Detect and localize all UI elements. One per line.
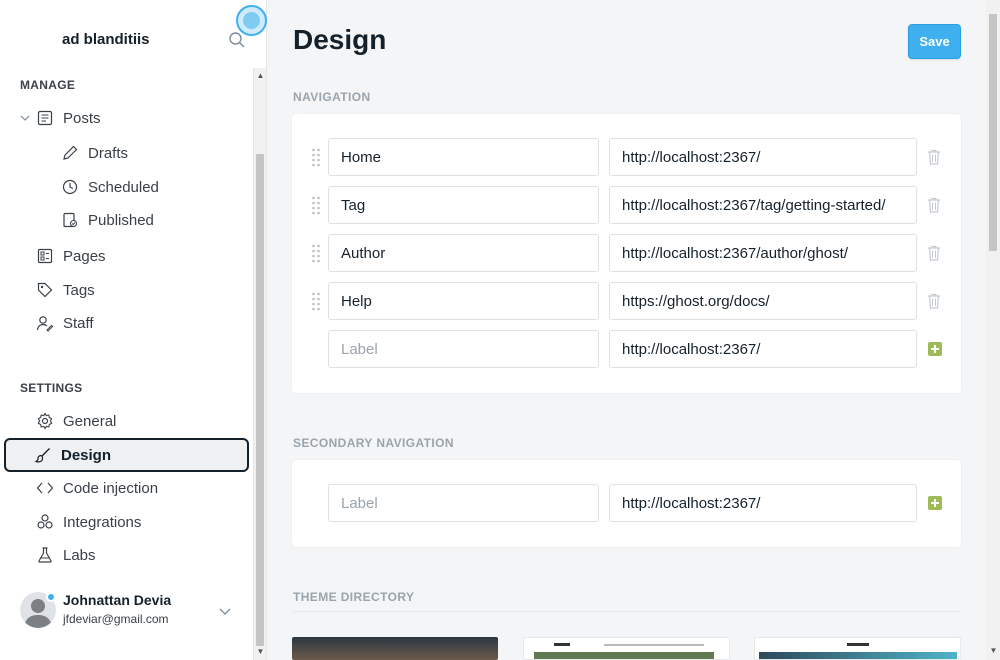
thumb-image	[759, 652, 957, 659]
chevron-down-icon[interactable]	[19, 112, 31, 124]
flask-icon	[38, 547, 52, 563]
sidebar-item-design[interactable]: Design	[4, 438, 249, 472]
nav-url-input[interactable]: http://localhost:2367/tag/getting-starte…	[609, 186, 917, 224]
navigation-heading: NAVIGATION	[293, 90, 371, 104]
secondary-nav-new-row: Label http://localhost:2367/	[292, 484, 961, 522]
thumb-nav	[604, 644, 704, 646]
scroll-up-icon[interactable]: ▲	[256, 72, 265, 80]
sidebar-item-label: Integrations	[63, 513, 142, 531]
trash-icon[interactable]	[927, 197, 941, 213]
sidebar-item-code-injection[interactable]: Code injection	[36, 478, 158, 498]
trash-icon[interactable]	[927, 149, 941, 165]
drag-handle-icon[interactable]	[311, 243, 321, 263]
sidebar-item-scheduled[interactable]: Scheduled	[61, 177, 159, 197]
published-icon	[63, 212, 78, 228]
nav-url-input[interactable]: http://localhost:2367/author/ghost/	[609, 234, 917, 272]
main-scrollbar[interactable]: ▼	[986, 0, 1000, 660]
settings-section-label: SETTINGS	[20, 381, 83, 395]
gear-icon	[37, 412, 53, 430]
nav-new-row: Label http://localhost:2367/	[292, 330, 961, 368]
secondary-navigation-card: Label http://localhost:2367/	[292, 460, 961, 547]
sidebar-item-label: Drafts	[88, 144, 129, 162]
add-item-button[interactable]	[928, 342, 942, 356]
integrations-icon	[37, 514, 53, 529]
manage-section-label: MANAGE	[20, 78, 76, 92]
sidebar-item-label: Pages	[63, 247, 106, 265]
secondary-navigation-heading: SECONDARY NAVIGATION	[293, 436, 454, 450]
new-secondary-label-input[interactable]: Label	[328, 484, 599, 522]
sidebar-item-label: Tags	[63, 281, 95, 299]
sidebar-item-label: Published	[88, 211, 154, 229]
sidebar-item-label: Scheduled	[88, 178, 159, 196]
nav-row: Help https://ghost.org/docs/	[292, 282, 961, 320]
sidebar-item-label: Design	[61, 446, 112, 464]
drag-handle-icon[interactable]	[311, 195, 321, 215]
cursor-indicator	[236, 5, 267, 36]
tag-icon	[37, 282, 53, 298]
trash-icon[interactable]	[927, 245, 941, 261]
divider	[293, 611, 961, 612]
thumb-logo	[554, 643, 570, 646]
sidebar-item-label: Posts	[63, 109, 101, 127]
user-menu[interactable]: Johnattan Devia jfdeviar@gmail.com	[20, 590, 240, 632]
sidebar-scrollbar[interactable]: ▲ ▼	[253, 68, 266, 660]
sidebar-item-pages[interactable]: Pages	[36, 246, 106, 266]
nav-label-input[interactable]: Home	[328, 138, 599, 176]
theme-thumbnail[interactable]	[754, 637, 961, 660]
new-nav-url-input[interactable]: http://localhost:2367/	[609, 330, 917, 368]
sidebar-item-published[interactable]: Published	[61, 210, 154, 230]
new-nav-label-input[interactable]: Label	[328, 330, 599, 368]
add-item-button[interactable]	[928, 496, 942, 510]
scrollbar-thumb[interactable]	[256, 154, 264, 646]
sidebar-item-labs[interactable]: Labs	[36, 545, 96, 565]
trash-icon[interactable]	[927, 293, 941, 309]
nav-row: Tag http://localhost:2367/tag/getting-st…	[292, 186, 961, 224]
nav-label-input[interactable]: Author	[328, 234, 599, 272]
scroll-down-icon[interactable]: ▼	[989, 646, 998, 655]
scroll-down-icon[interactable]: ▼	[256, 648, 265, 656]
pages-icon	[37, 248, 53, 264]
nav-row: Home http://localhost:2367/	[292, 138, 961, 176]
staff-icon	[36, 316, 54, 332]
nav-label-input[interactable]: Help	[328, 282, 599, 320]
sidebar: ad blanditiis MANAGE Posts Drafts Schedu…	[0, 0, 253, 660]
nav-label-input[interactable]: Tag	[328, 186, 599, 224]
drag-handle-icon[interactable]	[311, 147, 321, 167]
page-title: Design	[293, 24, 387, 55]
blog-title[interactable]: ad blanditiis	[62, 31, 150, 48]
thumb-logo	[847, 643, 869, 646]
sidebar-item-label: Staff	[63, 314, 94, 332]
sidebar-item-drafts[interactable]: Drafts	[61, 143, 128, 163]
nav-row: Author http://localhost:2367/author/ghos…	[292, 234, 961, 272]
drag-handle-icon[interactable]	[311, 291, 321, 311]
thumb-image	[534, 652, 714, 659]
save-button[interactable]: Save	[908, 24, 961, 59]
sidebar-item-posts[interactable]: Posts	[36, 108, 101, 128]
new-secondary-url-input[interactable]: http://localhost:2367/	[609, 484, 917, 522]
sidebar-item-label: Labs	[63, 546, 96, 564]
user-name: Johnattan Devia	[63, 592, 172, 608]
status-dot	[46, 592, 56, 602]
brush-icon	[34, 448, 50, 463]
user-email: jfdeviar@gmail.com	[63, 612, 169, 626]
nav-url-input[interactable]: http://localhost:2367/	[609, 138, 917, 176]
pencil-icon	[63, 145, 78, 160]
sidebar-item-label: Code injection	[63, 479, 159, 497]
posts-icon	[37, 110, 53, 126]
theme-thumbnail[interactable]	[292, 637, 498, 660]
scrollbar-thumb[interactable]	[989, 14, 997, 251]
sidebar-item-general[interactable]: General	[36, 411, 116, 431]
sidebar-item-label: General	[63, 412, 117, 430]
chevron-down-icon[interactable]	[219, 605, 231, 617]
nav-url-input[interactable]: https://ghost.org/docs/	[609, 282, 917, 320]
clock-icon	[62, 179, 78, 195]
sidebar-item-staff[interactable]: Staff	[36, 313, 94, 333]
sidebar-item-integrations[interactable]: Integrations	[36, 512, 141, 532]
code-icon	[36, 482, 54, 494]
theme-thumbnail[interactable]	[523, 637, 730, 660]
navigation-card: Home http://localhost:2367/ Tag http://l…	[292, 114, 961, 393]
theme-directory-heading: THEME DIRECTORY	[293, 590, 415, 604]
sidebar-item-tags[interactable]: Tags	[36, 280, 95, 300]
